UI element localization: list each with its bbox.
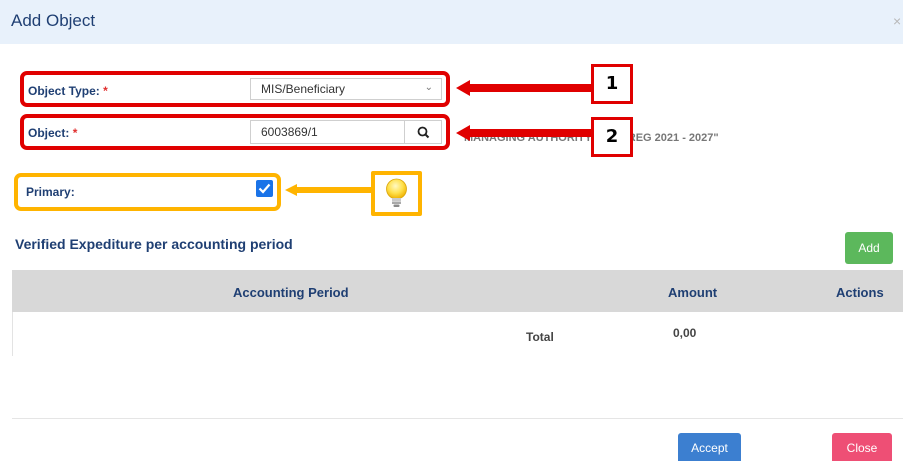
total-label: Total bbox=[526, 330, 554, 344]
highlight-object-type bbox=[20, 71, 450, 107]
highlight-object bbox=[20, 114, 450, 150]
callout-number-2: 2 bbox=[591, 117, 633, 157]
section-title: Verified Expediture per accounting perio… bbox=[15, 236, 293, 252]
highlight-primary bbox=[14, 173, 281, 211]
callout-number-1: 1 bbox=[591, 64, 633, 104]
arrow-left-icon bbox=[456, 80, 592, 96]
footer-divider bbox=[12, 418, 903, 419]
column-header-actions: Actions bbox=[836, 285, 884, 300]
orange-arrow-overlay bbox=[285, 184, 375, 196]
accept-button[interactable]: Accept bbox=[678, 433, 741, 461]
arrows-overlay bbox=[456, 80, 592, 141]
close-button[interactable]: Close bbox=[832, 433, 892, 461]
table-border bbox=[12, 312, 13, 356]
lightbulb-frame bbox=[371, 171, 422, 216]
add-button[interactable]: Add bbox=[845, 232, 893, 264]
total-amount: 0,00 bbox=[673, 326, 697, 340]
close-icon[interactable]: × bbox=[893, 13, 901, 29]
lightbulb-icon bbox=[386, 178, 407, 207]
arrow-left-icon bbox=[456, 125, 592, 141]
arrow-left-icon bbox=[285, 184, 375, 196]
column-header-accounting-period[interactable]: Accounting Period bbox=[233, 285, 349, 300]
dialog-header bbox=[0, 0, 903, 44]
dialog-title: Add Object bbox=[11, 11, 96, 30]
table-header bbox=[12, 270, 903, 312]
column-header-amount[interactable]: Amount bbox=[668, 285, 717, 300]
